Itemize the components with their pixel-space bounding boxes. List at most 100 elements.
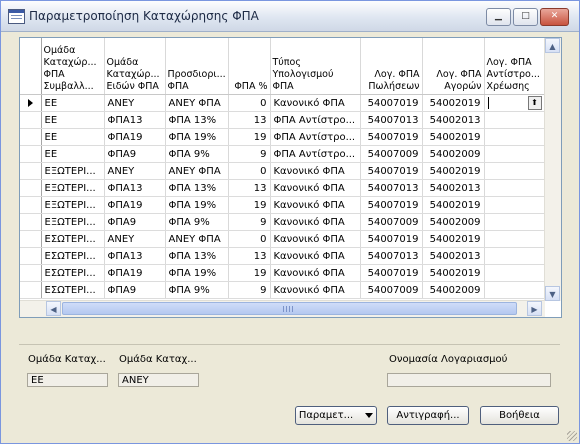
table-cell[interactable]: ΦΠΑ9 bbox=[104, 281, 166, 299]
column-header[interactable]: Λογ. ΦΠΑ Πωλήσεων bbox=[360, 38, 423, 95]
table-cell[interactable] bbox=[484, 230, 546, 248]
maximize-button[interactable]: □ bbox=[513, 8, 538, 26]
table-cell[interactable]: ΑΝΕΥ ΦΠΑ bbox=[165, 162, 229, 180]
table-cell[interactable]: Κανονικό ΦΠΑ bbox=[270, 196, 361, 214]
row-selector[interactable] bbox=[20, 145, 42, 163]
table-cell[interactable]: ΕΕ bbox=[41, 145, 105, 163]
column-header[interactable]: Ομάδα Καταχώρ... ΦΠΑ Συμβαλλ... bbox=[41, 38, 105, 95]
table-cell[interactable] bbox=[484, 128, 546, 146]
table-cell[interactable]: 9 bbox=[228, 281, 271, 299]
table-cell[interactable]: 54007019 bbox=[360, 162, 423, 180]
table-cell[interactable]: 54007009 bbox=[360, 281, 423, 299]
row-selector[interactable] bbox=[20, 281, 42, 299]
table-cell[interactable]: ΕΞΩΤΕΡΙ... bbox=[41, 213, 105, 231]
row-selector[interactable] bbox=[20, 264, 42, 282]
scroll-up-icon[interactable]: ▲ bbox=[545, 38, 560, 53]
row-selector[interactable] bbox=[20, 230, 42, 248]
row-selector[interactable] bbox=[20, 213, 42, 231]
table-cell[interactable]: 54007019 bbox=[360, 94, 423, 112]
table-cell[interactable]: 54002009 bbox=[422, 213, 485, 231]
column-header[interactable]: Λογ. ΦΠΑ Αγορών bbox=[422, 38, 485, 95]
table-cell[interactable]: ΕΕ bbox=[41, 111, 105, 129]
table-cell[interactable]: ΦΠΑ19 bbox=[104, 128, 166, 146]
table-cell[interactable]: ΦΠΑ 19% bbox=[165, 196, 229, 214]
table-cell[interactable]: ΕΞΩΤΕΡΙ... bbox=[41, 179, 105, 197]
row-selector[interactable] bbox=[20, 196, 42, 214]
table-cell[interactable]: 54002019 bbox=[422, 264, 485, 282]
table-cell[interactable]: ΦΠΑ 19% bbox=[165, 264, 229, 282]
table-cell[interactable]: ΦΠΑ 13% bbox=[165, 111, 229, 129]
table-row[interactable]: ΕΕ ΦΠΑ19 ΦΠΑ 19% 19 ΦΠΑ Αντίστρο... 54007019 5… bbox=[20, 128, 546, 146]
table-cell[interactable]: Κανονικό ΦΠΑ bbox=[270, 94, 361, 112]
table-cell[interactable]: 54007019 bbox=[360, 264, 423, 282]
table-cell[interactable]: 19 bbox=[228, 264, 271, 282]
table-cell[interactable]: Κανονικό ΦΠΑ bbox=[270, 179, 361, 197]
table-cell[interactable]: 9 bbox=[228, 213, 271, 231]
table-cell[interactable]: 13 bbox=[228, 247, 271, 265]
table-row[interactable]: ΕΕ ΦΠΑ9 ΦΠΑ 9% 9 ΦΠΑ Αντίστρο... 54007009 5400… bbox=[20, 145, 546, 163]
table-row[interactable]: ΕΞΩΤΕΡΙ... ΦΠΑ13 ΦΠΑ 13% 13 Κανονικό ΦΠΑ 5400… bbox=[20, 179, 546, 197]
table-cell[interactable]: Κανονικό ΦΠΑ bbox=[270, 247, 361, 265]
column-header[interactable]: Τύπος Υπολογισμού ΦΠΑ bbox=[270, 38, 361, 95]
table-cell[interactable]: ΑΝΕΥ ΦΠΑ bbox=[165, 230, 229, 248]
table-cell[interactable]: 54002013 bbox=[422, 111, 485, 129]
table-cell[interactable] bbox=[484, 196, 546, 214]
table-cell[interactable]: ΦΠΑ 13% bbox=[165, 247, 229, 265]
horizontal-scroll-thumb[interactable] bbox=[62, 302, 517, 315]
params-menu-button[interactable]: Παραμετ... bbox=[295, 406, 377, 425]
table-cell[interactable]: ΕΞΩΤΕΡΙ... bbox=[41, 162, 105, 180]
table-cell[interactable]: Κανονικό ΦΠΑ bbox=[270, 264, 361, 282]
table-cell[interactable] bbox=[484, 247, 546, 265]
table-cell[interactable]: 54007019 bbox=[360, 230, 423, 248]
table-row[interactable]: ΕΕ ΦΠΑ13 ΦΠΑ 13% 13 ΦΠΑ Αντίστρο... 54007013 5… bbox=[20, 111, 546, 129]
table-row[interactable]: ΕΞΩΤΕΡΙ... ΦΠΑ9 ΦΠΑ 9% 9 Κανονικό ΦΠΑ 5400700… bbox=[20, 213, 546, 231]
column-header[interactable]: Λογ. ΦΠΑ Αντίστρο... Χρέωσης bbox=[484, 38, 546, 95]
row-selector[interactable] bbox=[20, 128, 42, 146]
title-bar[interactable]: Παραμετροποίηση Καταχώρησης ΦΠΑ ▁ □ ✕ bbox=[1, 1, 579, 32]
table-cell[interactable]: 54002009 bbox=[422, 281, 485, 299]
help-button[interactable]: Βοήθεια bbox=[480, 406, 559, 425]
scroll-right-icon[interactable]: ▶ bbox=[527, 301, 542, 316]
table-cell[interactable]: ΦΠΑ19 bbox=[104, 264, 166, 282]
table-cell[interactable]: ΦΠΑ 19% bbox=[165, 128, 229, 146]
table-cell[interactable]: 19 bbox=[228, 196, 271, 214]
table-cell[interactable]: 54007013 bbox=[360, 111, 423, 129]
table-cell[interactable] bbox=[484, 111, 546, 129]
row-selector[interactable] bbox=[20, 111, 42, 129]
scroll-left-icon[interactable]: ◀ bbox=[46, 301, 61, 316]
table-cell[interactable]: 0 bbox=[228, 94, 271, 112]
table-cell[interactable]: ⬆ bbox=[484, 94, 546, 112]
table-cell[interactable]: ΦΠΑ13 bbox=[104, 111, 166, 129]
table-cell[interactable]: ΑΝΕΥ bbox=[104, 94, 166, 112]
table-cell[interactable]: ΕΕ bbox=[41, 128, 105, 146]
table-cell[interactable]: 19 bbox=[228, 128, 271, 146]
table-cell[interactable]: ΦΠΑ Αντίστρο... bbox=[270, 128, 361, 146]
table-cell[interactable]: 54007009 bbox=[360, 145, 423, 163]
row-selector[interactable] bbox=[20, 94, 42, 112]
table-cell[interactable]: 0 bbox=[228, 162, 271, 180]
table-cell[interactable]: ΦΠΑ 13% bbox=[165, 179, 229, 197]
lookup-icon[interactable]: ⬆ bbox=[527, 96, 542, 110]
table-row[interactable]: ΕΕ ΑΝΕΥ ΑΝΕΥ ΦΠΑ 0 Κανονικό ΦΠΑ 54007019 54002… bbox=[20, 94, 546, 112]
row-selector[interactable] bbox=[20, 179, 42, 197]
table-row[interactable]: ΕΞΩΤΕΡΙ... ΦΠΑ19 ΦΠΑ 19% 19 Κανονικό ΦΠΑ 5400… bbox=[20, 196, 546, 214]
table-cell[interactable]: 54007009 bbox=[360, 213, 423, 231]
table-cell[interactable]: 54007019 bbox=[360, 196, 423, 214]
table-cell[interactable]: 54007019 bbox=[360, 128, 423, 146]
table-row[interactable]: ΕΣΩΤΕΡΙ... ΦΠΑ19 ΦΠΑ 19% 19 Κανονικό ΦΠΑ 5400… bbox=[20, 264, 546, 282]
table-cell[interactable]: 54002013 bbox=[422, 247, 485, 265]
table-cell[interactable]: Κανονικό ΦΠΑ bbox=[270, 213, 361, 231]
table-cell[interactable]: 54002019 bbox=[422, 128, 485, 146]
table-row[interactable]: ΕΣΩΤΕΡΙ... ΦΠΑ13 ΦΠΑ 13% 13 Κανονικό ΦΠΑ 5400… bbox=[20, 247, 546, 265]
column-header[interactable]: Προσδιορι... ΦΠΑ bbox=[165, 38, 229, 95]
column-header[interactable]: ΦΠΑ % bbox=[228, 38, 271, 95]
table-cell[interactable]: ΦΠΑ19 bbox=[104, 196, 166, 214]
table-cell[interactable]: ΦΠΑ 9% bbox=[165, 145, 229, 163]
table-cell[interactable]: ΕΞΩΤΕΡΙ... bbox=[41, 196, 105, 214]
table-cell[interactable]: ΕΣΩΤΕΡΙ... bbox=[41, 230, 105, 248]
table-cell[interactable]: ΦΠΑ13 bbox=[104, 179, 166, 197]
table-cell[interactable]: 54002009 bbox=[422, 145, 485, 163]
table-cell[interactable]: ΦΠΑ9 bbox=[104, 145, 166, 163]
table-cell[interactable]: ΦΠΑ Αντίστρο... bbox=[270, 111, 361, 129]
table-cell[interactable] bbox=[484, 145, 546, 163]
